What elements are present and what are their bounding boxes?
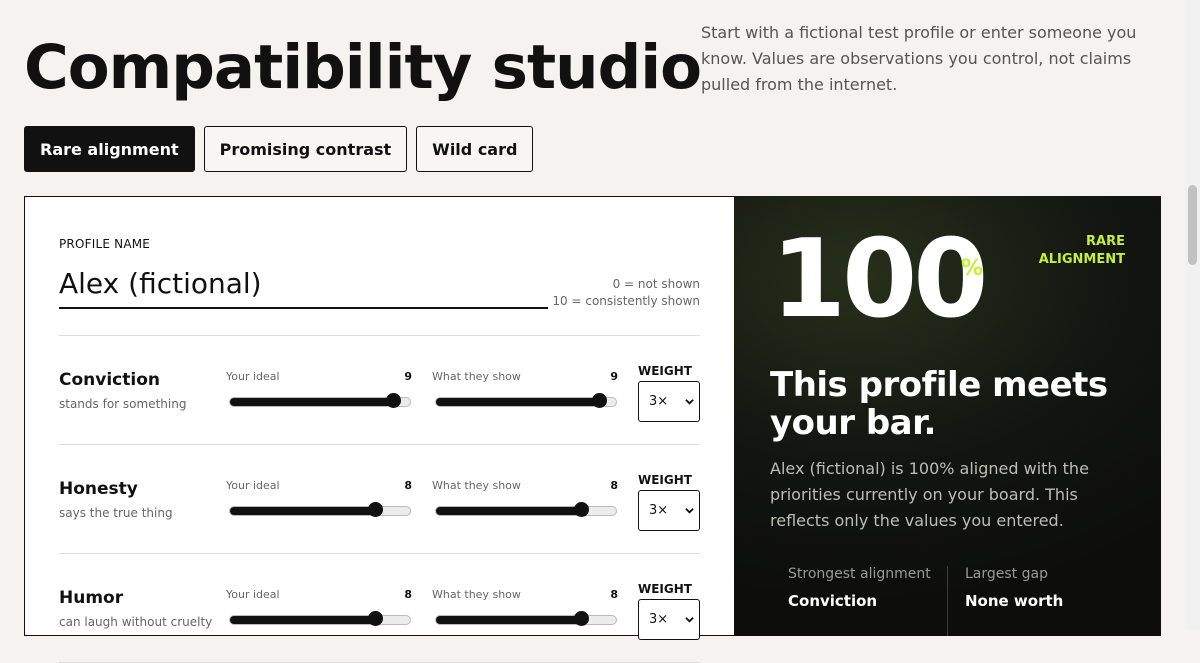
weight-select-value: 3× — [649, 612, 669, 627]
scale-legend: 0 = not shown 10 = consistently shown — [552, 276, 700, 310]
value-name: Humor — [59, 588, 124, 608]
weight-select-humor[interactable]: 3× — [638, 599, 700, 640]
weight-label: WEIGHT — [638, 364, 692, 378]
slider-track[interactable] — [229, 506, 411, 516]
scale-max-note: 10 = consistently shown — [552, 294, 700, 308]
value-row-honesty: Honesty says the true thing Your ideal 8… — [59, 445, 700, 554]
scrollbar-thumb[interactable] — [1188, 185, 1197, 265]
score-unit: % — [961, 256, 984, 281]
profile-editor: PROFILE NAME 0 = not shown 10 = consiste… — [24, 196, 734, 663]
slider-thumb[interactable] — [367, 502, 383, 517]
result-headline: This profile meets your bar. — [770, 365, 1108, 443]
ideal-slider-value: 8 — [404, 588, 412, 601]
slider-track[interactable] — [229, 397, 411, 407]
weight-select-conviction[interactable]: 3× — [638, 381, 700, 422]
profile-name-label: PROFILE NAME — [59, 237, 151, 251]
page-scrollbar[interactable] — [1185, 0, 1200, 630]
chevron-down-icon — [685, 617, 694, 623]
verdict-badge: RARE ALIGNMENT — [1038, 234, 1125, 267]
preset-wild-card-button[interactable]: Wild card — [416, 126, 534, 172]
slider-thumb[interactable] — [385, 393, 401, 408]
weight-select-value: 3× — [649, 394, 669, 409]
slider-thumb[interactable] — [591, 393, 607, 408]
ideal-slider-value: 8 — [404, 479, 412, 492]
value-row-humor: Humor can laugh without cruelty Your ide… — [59, 554, 700, 663]
value-description: says the true thing — [59, 506, 173, 520]
slider-thumb[interactable] — [367, 611, 383, 626]
ideal-slider-value: 9 — [404, 370, 412, 383]
profile-name-input[interactable] — [59, 259, 548, 309]
slider-fill — [230, 507, 376, 515]
shown-slider-label: What they show — [432, 588, 521, 601]
score-value: 100 — [771, 217, 988, 342]
weight-select-honesty[interactable]: 3× — [638, 490, 700, 531]
value-row-conviction: Conviction stands for something Your ide… — [59, 336, 700, 445]
chevron-down-icon — [685, 508, 694, 514]
value-description: can laugh without cruelty — [59, 615, 213, 629]
value-name: Conviction — [59, 370, 160, 390]
largest-gap-value: None worth — [965, 592, 1064, 610]
result-summary: Alex (fictional) is 100% aligned with th… — [770, 459, 1089, 530]
largest-gap-label: Largest gap — [965, 566, 1048, 582]
ideal-slider-label: Your ideal — [226, 370, 280, 383]
slider-track[interactable] — [229, 615, 411, 625]
scale-min-note: 0 = not shown — [612, 277, 700, 291]
largest-gap-stat: Largest gap None worth — [965, 566, 1063, 610]
result-panel: 100 % RARE ALIGNMENT This profile meets … — [734, 196, 1161, 636]
preset-promising-contrast-button[interactable]: Promising contrast — [203, 126, 408, 172]
shown-slider-value: 9 — [610, 370, 618, 383]
shown-slider-value: 8 — [610, 479, 618, 492]
slider-thumb[interactable] — [573, 502, 589, 517]
value-name: Honesty — [59, 479, 138, 499]
slider-fill — [230, 616, 376, 624]
slider-fill — [436, 507, 582, 515]
strongest-alignment-stat: Strongest alignment Conviction — [788, 566, 931, 610]
shown-slider-label: What they show — [432, 370, 521, 383]
slider-track[interactable] — [435, 506, 617, 516]
intro-text: Start with a fictional test profile or e… — [701, 23, 1137, 94]
value-description: stands for something — [59, 397, 187, 411]
slider-fill — [230, 398, 394, 406]
shown-slider-label: What they show — [432, 479, 521, 492]
slider-fill — [436, 398, 600, 406]
strongest-alignment-label: Strongest alignment — [788, 566, 931, 582]
slider-track[interactable] — [435, 397, 617, 407]
preset-buttons: Rare alignment Promising contrast Wild c… — [24, 126, 534, 172]
shown-slider-value: 8 — [610, 588, 618, 601]
chevron-down-icon — [685, 399, 694, 405]
ideal-slider-label: Your ideal — [226, 588, 280, 601]
strongest-alignment-value: Conviction — [788, 592, 878, 610]
weight-select-value: 3× — [649, 503, 669, 518]
weight-label: WEIGHT — [638, 582, 692, 596]
ideal-slider-label: Your ideal — [226, 479, 280, 492]
slider-thumb[interactable] — [573, 611, 589, 626]
stat-divider — [947, 566, 948, 636]
slider-fill — [436, 616, 582, 624]
slider-track[interactable] — [435, 615, 617, 625]
preset-rare-alignment-button[interactable]: Rare alignment — [24, 126, 195, 172]
page-title: Compatibility studio — [24, 32, 702, 103]
weight-label: WEIGHT — [638, 473, 692, 487]
